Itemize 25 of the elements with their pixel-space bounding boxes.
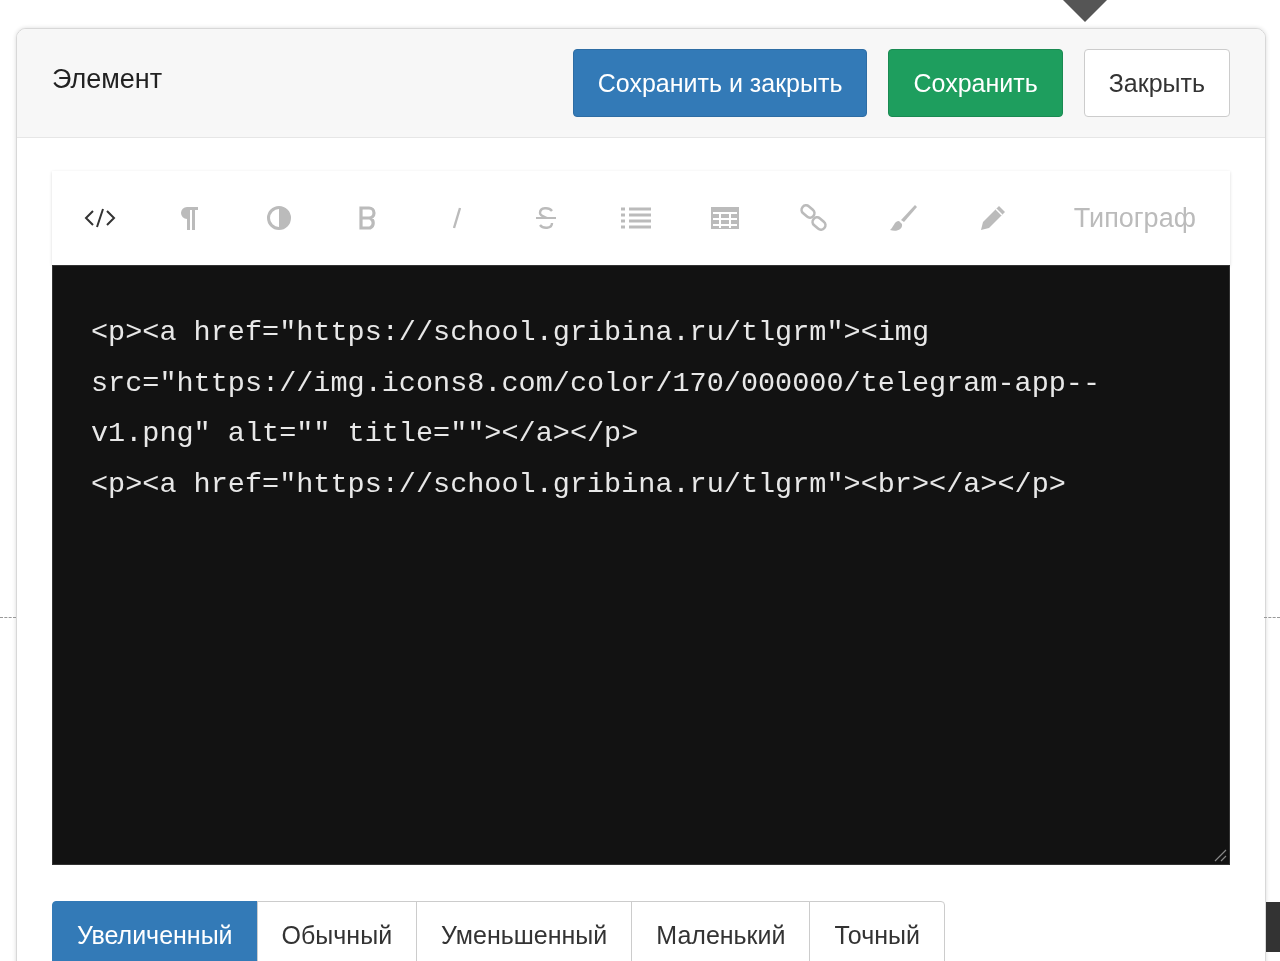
scrollbar-fragment — [1266, 902, 1280, 952]
code-line: <p><a href="https://school.gribina.ru/tlgrm"><br></a></p> — [91, 466, 1067, 503]
contrast-icon — [265, 205, 292, 231]
bold-icon — [357, 206, 378, 230]
paintbrush-icon — [888, 203, 919, 233]
close-button[interactable]: Закрыть — [1083, 49, 1230, 117]
code-editor[interactable]: <p><a href="https://school.gribina.ru/tlgrm"><img src="https://img.icons8.com/color/170/000000/telegram-app-- v1.png" alt="" title=""></a></p> <p><a href="https://school.gribina.ru/tlgrm"><br></a></p> — [52, 265, 1230, 865]
list-icon — [619, 206, 652, 230]
table-icon — [709, 206, 740, 230]
size-tab[interactable]: Увеличенный — [52, 901, 258, 961]
pilcrow-icon — [178, 205, 201, 231]
code-icon — [83, 206, 117, 230]
resize-grip-icon[interactable] — [1213, 848, 1227, 862]
size-tab[interactable]: Точный — [809, 901, 945, 961]
pencil-icon — [978, 204, 1007, 232]
code-line: src="https://img.icons8.com/color/170/000000/telegram-app-- — [91, 365, 1102, 402]
italic-icon — [451, 206, 463, 230]
pointer-triangle-icon — [1063, 0, 1107, 22]
size-tab[interactable]: Обычный — [256, 901, 418, 961]
code-line: <p><a href="https://school.gribina.ru/tlgrm"><img — [91, 315, 931, 351]
modal-title: Элемент — [52, 63, 163, 95]
code-line: v1.png" alt="" title=""></a></p> — [91, 416, 640, 452]
chain-link-icon — [799, 203, 829, 233]
save-and-close-button[interactable]: Сохранить и закрыть — [572, 49, 868, 117]
strikethrough-icon — [535, 205, 558, 231]
